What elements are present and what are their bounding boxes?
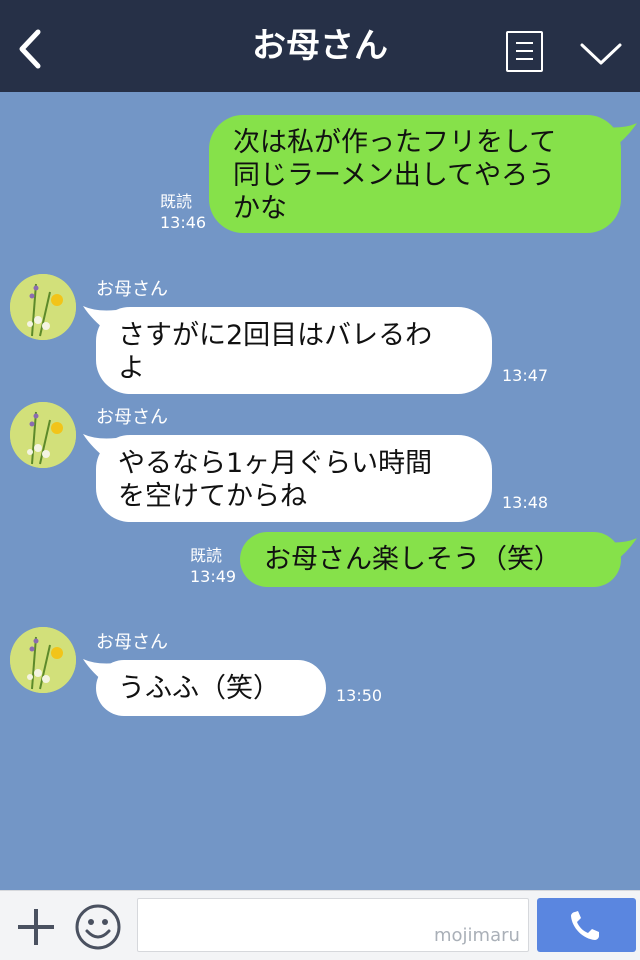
message-time: 13:50	[336, 686, 383, 705]
message-line: 次は私が作ったフリをして	[233, 127, 557, 158]
read-receipt: 既読	[160, 192, 193, 211]
call-button[interactable]	[537, 898, 636, 952]
plus-icon[interactable]	[16, 907, 56, 947]
my-message-bubble[interactable]: 次は私が作ったフリをして 同じラーメン出してやろう かな	[209, 115, 621, 233]
chevron-down-icon[interactable]	[578, 36, 624, 70]
message-line: よ	[118, 353, 145, 384]
message-line: さすがに2回目はバレるわ	[118, 320, 433, 351]
watermark-text: mojimaru	[434, 925, 520, 946]
message-line: お母さん楽しそう（笑）	[264, 544, 561, 575]
message-time: 13:49	[190, 567, 237, 586]
my-message-bubble[interactable]: お母さん楽しそう（笑）	[240, 532, 621, 587]
message-line: を空けてからね	[118, 481, 307, 512]
flower-avatar-icon	[10, 402, 76, 468]
message-meta: 既読 13:46	[160, 191, 206, 233]
message-time: 13:46	[160, 213, 207, 232]
message-line: うふふ（笑）	[118, 673, 280, 704]
message-time: 13:48	[502, 493, 549, 512]
read-receipt: 既読	[190, 546, 223, 565]
chat-header: お母さん	[0, 0, 640, 92]
message-line: やるなら1ヶ月ぐらい時間	[118, 448, 433, 479]
bubble-tail	[604, 123, 637, 149]
flower-avatar-icon	[10, 274, 76, 340]
phone-icon	[571, 911, 599, 940]
message-time: 13:47	[502, 366, 549, 385]
emoji-icon[interactable]	[74, 903, 122, 951]
bubble-tail	[604, 538, 637, 564]
flower-avatar-icon	[10, 627, 76, 693]
avatar[interactable]	[10, 627, 76, 693]
message-line: かな	[233, 193, 287, 224]
sender-name: お母さん	[96, 279, 168, 300]
message-line: 同じラーメン出してやろう	[233, 160, 556, 191]
message-meta: 既読 13:49	[190, 545, 236, 587]
sender-name: お母さん	[96, 632, 168, 653]
their-message-bubble[interactable]: やるなら1ヶ月ぐらい時間 を空けてからね	[96, 435, 492, 522]
avatar[interactable]	[10, 274, 76, 340]
input-bar: mojimaru	[0, 890, 640, 960]
their-message-bubble[interactable]: うふふ（笑）	[96, 660, 326, 716]
their-message-bubble[interactable]: さすがに2回目はバレるわ よ	[96, 307, 492, 394]
back-arrow-icon[interactable]	[12, 26, 52, 72]
chat-title: お母さん	[252, 26, 388, 66]
menu-list-icon[interactable]	[506, 31, 543, 72]
avatar[interactable]	[10, 402, 76, 468]
sender-name: お母さん	[96, 407, 168, 428]
chat-area[interactable]: 次は私が作ったフリをして 同じラーメン出してやろう かな 既読 13:46 お母…	[0, 92, 640, 890]
